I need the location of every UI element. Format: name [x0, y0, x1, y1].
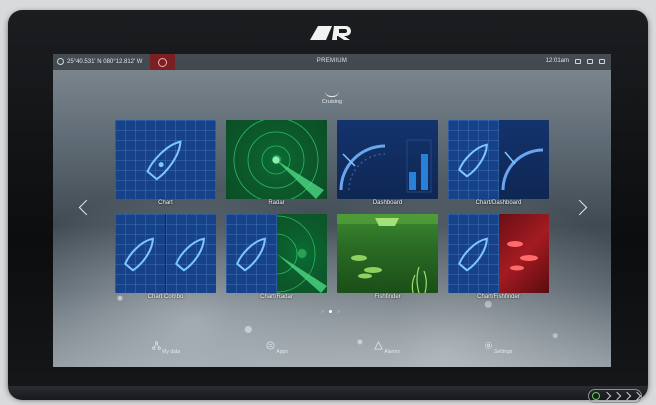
dashboard-half	[499, 120, 549, 199]
vessel-icon	[146, 140, 182, 181]
nav-settings[interactable]: Settings	[468, 341, 528, 355]
nav-apps[interactable]: Apps	[247, 341, 307, 355]
page-dot-active[interactable]	[329, 310, 332, 313]
gauge-icon	[501, 148, 544, 191]
chart-half	[448, 214, 499, 293]
tile-radar[interactable]	[226, 120, 327, 199]
tile-label: Chart/Dashboard	[475, 200, 522, 206]
device-bezel-bottom	[8, 386, 648, 400]
chart-half	[115, 214, 166, 293]
vessel-icon	[124, 237, 154, 272]
radar-sweep-icon	[238, 215, 327, 293]
mode-label: Cruising	[321, 99, 343, 105]
vessel-icon	[175, 237, 205, 272]
fishfinder-half	[499, 214, 549, 293]
tile-label: Dashboard	[372, 200, 403, 206]
nav-my-data[interactable]: My data	[136, 341, 196, 355]
mode-selector[interactable]: Cruising	[312, 90, 352, 105]
nav-label: Settings	[494, 349, 513, 355]
alarms-icon	[374, 341, 384, 350]
tile-label: Chart	[158, 200, 173, 206]
nav-label: My data	[162, 349, 181, 355]
display-screen: 25°40.531' N 080°12.812' W PREMIUM 12:01…	[53, 54, 611, 367]
settings-icon	[484, 341, 492, 350]
nav-label: Apps	[276, 349, 288, 355]
page-right-arrow-icon[interactable]	[571, 199, 588, 216]
page-dot[interactable]	[337, 310, 340, 313]
tile-label: Radar	[268, 200, 285, 206]
page-dot[interactable]	[321, 310, 324, 313]
tile-label: Fishfinder	[374, 294, 401, 300]
radar-sweep-icon	[233, 120, 324, 199]
chart-half	[448, 120, 499, 199]
tile-chart-dashboard[interactable]	[448, 120, 549, 199]
tile-label: Chart/Fishfinder	[477, 294, 520, 300]
tile-chart-fishfinder[interactable]	[448, 214, 549, 293]
vessel-icon	[458, 143, 488, 178]
chart-half	[226, 214, 277, 293]
vessel-icon	[458, 237, 488, 272]
radar-half	[238, 214, 327, 293]
chevron-right-icon	[632, 391, 642, 401]
gps-status-icon[interactable]	[575, 58, 581, 64]
boat-icon	[325, 90, 339, 97]
chart-half	[166, 214, 216, 293]
status-right: 12:01am	[546, 58, 605, 64]
tile-dashboard[interactable]	[337, 120, 438, 199]
brand-logo	[308, 24, 358, 42]
power-button[interactable]	[588, 389, 642, 403]
signal-status-icon[interactable]	[587, 58, 593, 64]
fish-icon	[507, 241, 538, 271]
chevron-right-icon	[602, 391, 612, 401]
tile-chart[interactable]	[115, 120, 216, 199]
gauge-icon	[339, 139, 432, 193]
bottom-nav: My data Apps Alarms Settings	[53, 341, 611, 367]
chevron-right-icon	[612, 391, 622, 401]
tile-label: Chart Combo	[147, 294, 184, 300]
clock-time: 12:01am	[545, 58, 569, 64]
nav-label: Alarms	[384, 349, 400, 355]
fish-icon	[337, 214, 438, 293]
page-left-arrow-icon[interactable]	[78, 199, 95, 216]
tile-chart-combo[interactable]	[115, 214, 216, 293]
chevron-right-icon	[622, 391, 632, 401]
boat-status-icon[interactable]	[599, 58, 605, 64]
apps-icon	[266, 341, 275, 350]
tile-fishfinder[interactable]	[337, 214, 438, 293]
nav-alarms[interactable]: Alarms	[357, 341, 417, 355]
page-indicator	[321, 310, 340, 313]
power-icon	[592, 392, 600, 400]
my-data-icon	[152, 341, 161, 350]
tile-chart-radar[interactable]	[226, 214, 327, 293]
status-bar: 25°40.531' N 080°12.812' W PREMIUM 12:01…	[53, 54, 611, 70]
vessel-icon	[236, 237, 266, 272]
status-title: PREMIUM	[316, 58, 348, 64]
tile-label: Chart/Radar	[260, 294, 293, 300]
